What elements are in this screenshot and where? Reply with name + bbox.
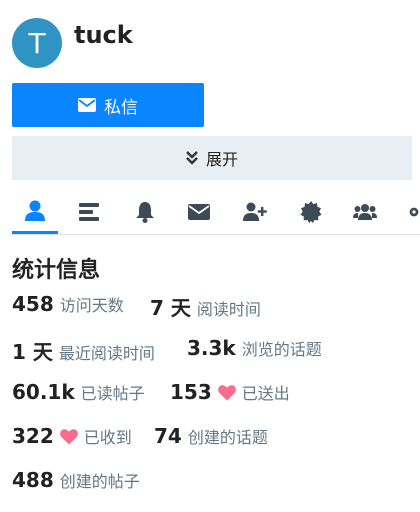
- heart-icon: [217, 385, 236, 401]
- heart-icon: [59, 429, 78, 445]
- stat-likes-given: 153 已送出: [170, 380, 290, 404]
- stat-recent-read-time: 1 天 最近阅读时间: [12, 336, 155, 365]
- profile-header: T tuck: [12, 18, 133, 68]
- tab-groups[interactable]: [342, 190, 388, 234]
- tab-messages[interactable]: [176, 190, 222, 234]
- tab-summary[interactable]: [12, 190, 58, 234]
- user-icon: [25, 200, 45, 221]
- stat-label: 已收到: [83, 428, 132, 447]
- stat-label: 已读帖子: [80, 384, 145, 403]
- stat-value: 458: [12, 292, 54, 316]
- gear-icon: [409, 207, 419, 217]
- stats-row: 322 已收到 74 创建的话题: [12, 424, 420, 468]
- tab-activity[interactable]: [66, 190, 112, 234]
- stat-value: 74: [154, 424, 182, 448]
- stats-list: 458 访问天数 7 天 阅读时间 1 天 最近阅读时间 3.3k 浏览的话题 …: [12, 292, 420, 512]
- tab-badges[interactable]: [288, 190, 334, 234]
- list-icon: [79, 203, 99, 221]
- bell-icon: [136, 202, 154, 223]
- stat-value: 60.1k: [12, 380, 75, 404]
- stat-value: 153: [170, 380, 212, 404]
- profile-tabs: [12, 190, 420, 235]
- stat-label: 最近阅读时间: [58, 344, 155, 363]
- stats-row: 488 创建的帖子: [12, 468, 420, 512]
- stat-label: 创建的话题: [187, 428, 268, 447]
- stat-posts-created: 488 创建的帖子: [12, 468, 140, 492]
- username: tuck: [74, 21, 133, 49]
- envelope-icon: [78, 98, 96, 112]
- envelope-icon: [188, 204, 210, 220]
- tab-more[interactable]: [398, 190, 420, 234]
- stat-days-visited: 458 访问天数: [12, 292, 124, 316]
- stat-value: 7 天: [150, 296, 191, 320]
- stats-title: 统计信息: [12, 258, 101, 283]
- stats-row: 1 天 最近阅读时间 3.3k 浏览的话题: [12, 336, 420, 380]
- stat-value: 488: [12, 468, 54, 492]
- stat-label: 访问天数: [59, 296, 124, 315]
- stat-value: 3.3k: [187, 336, 236, 360]
- stats-row: 458 访问天数 7 天 阅读时间: [12, 292, 420, 336]
- stat-likes-received: 322 已收到: [12, 424, 132, 448]
- stat-label: 已送出: [241, 384, 290, 403]
- tab-invites[interactable]: [232, 190, 278, 234]
- stat-read-time: 7 天 阅读时间: [150, 292, 261, 321]
- stat-topics-viewed: 3.3k 浏览的话题: [187, 336, 322, 360]
- stats-row: 60.1k 已读帖子 153 已送出: [12, 380, 420, 424]
- expand-button[interactable]: 展开: [12, 136, 412, 180]
- stat-label: 阅读时间: [196, 300, 261, 319]
- stat-value: 1 天: [12, 340, 53, 364]
- stat-topics-created: 74 创建的话题: [154, 424, 268, 448]
- stat-label: 创建的帖子: [59, 472, 140, 491]
- stat-value: 322: [12, 424, 54, 448]
- badge-icon: [300, 201, 322, 223]
- stat-label: 浏览的话题: [241, 340, 322, 359]
- user-plus-icon: [243, 202, 267, 221]
- expand-button-label: 展开: [205, 150, 238, 169]
- message-button[interactable]: 私信: [12, 83, 204, 127]
- double-chevron-down-icon: [186, 151, 198, 165]
- tab-notifications[interactable]: [122, 190, 168, 234]
- stat-posts-read: 60.1k 已读帖子: [12, 380, 145, 404]
- avatar[interactable]: T: [12, 18, 62, 68]
- users-icon: [353, 204, 377, 220]
- message-button-label: 私信: [104, 97, 138, 118]
